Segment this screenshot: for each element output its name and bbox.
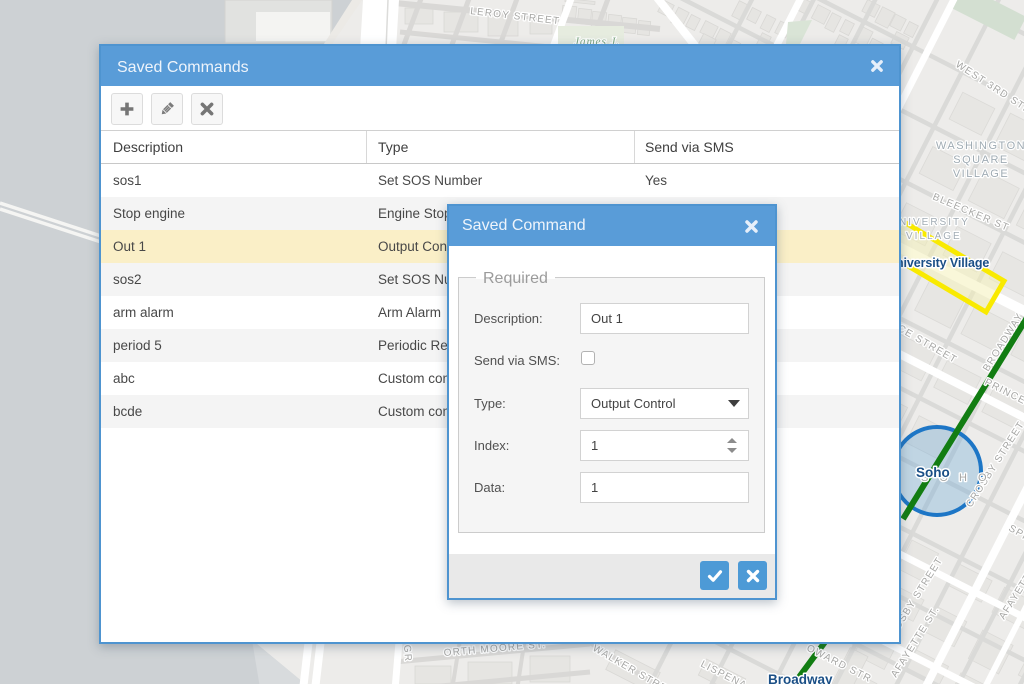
svg-text:Broadway: Broadway xyxy=(768,672,833,684)
svg-text:Soho: Soho xyxy=(916,465,950,480)
svg-text:NIVERSITY: NIVERSITY xyxy=(899,217,970,228)
svg-text:VILLAGE: VILLAGE xyxy=(953,168,1009,180)
svg-text:SQUARE: SQUARE xyxy=(953,154,1008,166)
svg-text:VILLAGE: VILLAGE xyxy=(906,231,962,242)
svg-text:niversity Village: niversity Village xyxy=(896,256,989,270)
svg-text:WASHINGTON: WASHINGTON xyxy=(936,140,1024,152)
svg-text:GR: GR xyxy=(401,644,413,662)
